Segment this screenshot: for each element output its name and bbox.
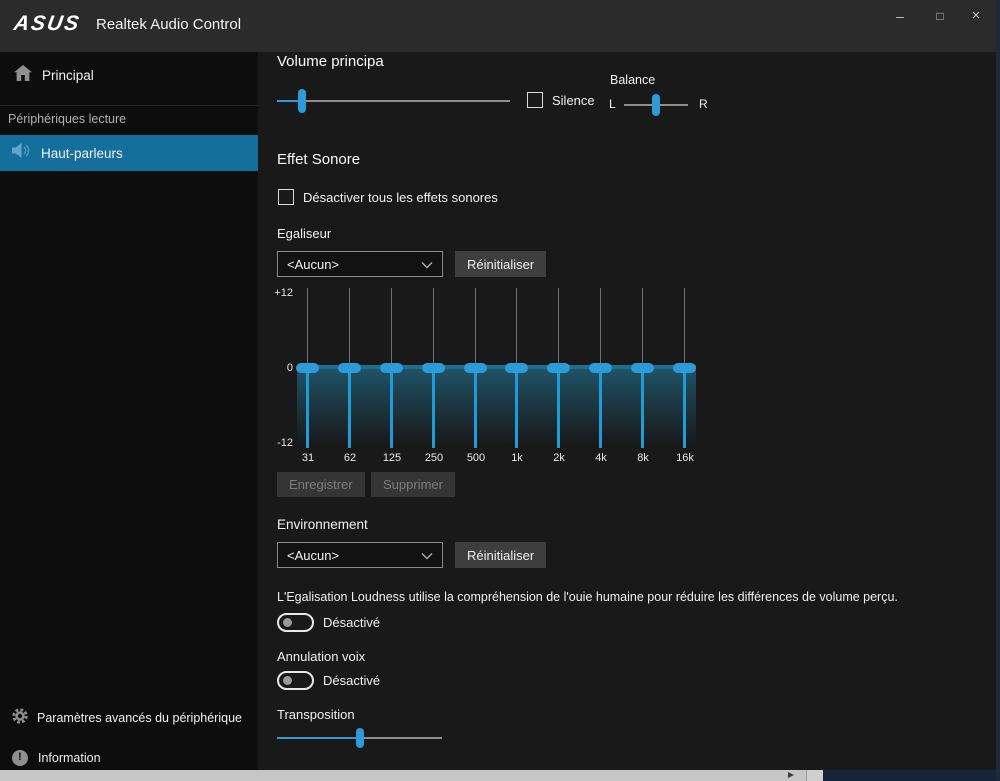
- scrollbar-right-button[interactable]: [806, 770, 823, 781]
- sidebar-item-label: Information: [38, 751, 101, 765]
- eq-band-freq-label: 2k: [538, 452, 580, 464]
- eq-band-freq-label: 4k: [580, 452, 622, 464]
- balance-thumb[interactable]: [652, 94, 660, 116]
- bottom-right-edge-strip: [823, 770, 1000, 781]
- realtek-audio-control-window: ASUS Realtek Audio Control – □ × Princip…: [0, 0, 1000, 781]
- eq-band-thumb[interactable]: [547, 363, 570, 373]
- eq-band-62: 62: [329, 288, 371, 468]
- equalizer-reset-button[interactable]: Réinitialiser: [455, 251, 546, 277]
- eq-band-thumb[interactable]: [464, 363, 487, 373]
- eq-band-thumb[interactable]: [589, 363, 612, 373]
- volume-section-title: Volume principa: [277, 53, 384, 70]
- voice-cancellation-label: Annulation voix: [277, 649, 365, 664]
- title-bar: ASUS Realtek Audio Control – □ ×: [0, 0, 1000, 52]
- eq-band-4k: 4k: [580, 288, 622, 468]
- environment-reset-button[interactable]: Réinitialiser: [455, 542, 546, 568]
- master-volume-thumb[interactable]: [298, 89, 306, 113]
- balance-right-label: R: [699, 97, 708, 111]
- eq-band-8k: 8k: [622, 288, 664, 468]
- eq-band-freq-label: 31: [287, 452, 329, 464]
- gear-icon: [11, 707, 29, 730]
- loudness-state-label: Désactivé: [323, 615, 380, 630]
- eq-band-thumb[interactable]: [673, 363, 696, 373]
- environment-label: Environnement: [277, 517, 368, 532]
- eq-band-16k: 16k: [664, 288, 706, 468]
- sound-effects-title: Effet Sonore: [277, 151, 360, 168]
- playback-devices-section-label: Périphériques lecture: [8, 112, 126, 126]
- eq-band-thumb[interactable]: [422, 363, 445, 373]
- window-right-edge: [996, 0, 1000, 781]
- eq-band-2k: 2k: [538, 288, 580, 468]
- scrollbar-right-arrow-icon: [788, 772, 794, 778]
- master-volume-slider[interactable]: [277, 100, 510, 102]
- eq-band-1k: 1k: [496, 288, 538, 468]
- chevron-down-icon: [421, 257, 433, 272]
- sidebar-divider: [0, 105, 258, 106]
- eq-band-thumb[interactable]: [631, 363, 654, 373]
- minimize-button[interactable]: –: [884, 2, 916, 30]
- sidebar-item-label: Principal: [42, 68, 94, 83]
- eq-band-freq-label: 62: [329, 452, 371, 464]
- voice-cancellation-toggle[interactable]: [277, 671, 314, 690]
- app-title: Realtek Audio Control: [96, 16, 241, 33]
- eq-delete-button[interactable]: Supprimer: [371, 472, 455, 497]
- equalizer-preset-value: <Aucun>: [287, 257, 339, 272]
- home-icon: [14, 65, 32, 86]
- equalizer-preset-dropdown[interactable]: <Aucun>: [277, 251, 443, 277]
- eq-band-250: 250: [413, 288, 455, 468]
- asus-logo: ASUS: [12, 12, 83, 36]
- environment-preset-dropdown[interactable]: <Aucun>: [277, 542, 443, 568]
- voice-cancellation-state-label: Désactivé: [323, 673, 380, 688]
- sidebar-item-label: Paramètres avancés du périphérique: [37, 711, 242, 725]
- chevron-down-icon: [421, 548, 433, 563]
- eq-band-thumb[interactable]: [338, 363, 361, 373]
- eq-band-thumb[interactable]: [505, 363, 528, 373]
- sidebar-item-advanced-settings[interactable]: Paramètres avancés du périphérique: [0, 703, 258, 733]
- eq-band-freq-label: 8k: [622, 452, 664, 464]
- transposition-label: Transposition: [277, 707, 355, 722]
- transposition-fill: [277, 737, 360, 739]
- info-icon: [12, 750, 28, 766]
- close-button[interactable]: ×: [960, 2, 992, 30]
- speaker-icon: [12, 142, 33, 164]
- eq-save-button[interactable]: Enregistrer: [277, 472, 365, 497]
- eq-band-125: 125: [371, 288, 413, 468]
- eq-band-freq-label: 1k: [496, 452, 538, 464]
- eq-band-freq-label: 500: [455, 452, 497, 464]
- horizontal-scrollbar[interactable]: [0, 770, 806, 781]
- eq-band-thumb[interactable]: [296, 363, 319, 373]
- disable-all-effects-checkbox[interactable]: [278, 189, 294, 205]
- environment-preset-value: <Aucun>: [287, 548, 339, 563]
- mute-checkbox[interactable]: [527, 92, 543, 108]
- eq-band-thumb[interactable]: [380, 363, 403, 373]
- balance-left-label: L: [609, 97, 616, 111]
- disable-all-effects-label: Désactiver tous les effets sonores: [303, 190, 498, 205]
- sidebar-item-information[interactable]: Information: [0, 743, 258, 773]
- sidebar-item-label: Haut-parleurs: [41, 146, 123, 161]
- eq-band-500: 500: [455, 288, 497, 468]
- eq-band-freq-label: 16k: [664, 452, 706, 464]
- eq-band-freq-label: 250: [413, 452, 455, 464]
- sidebar-item-principal[interactable]: Principal: [0, 58, 258, 92]
- equalizer-label: Egaliseur: [277, 226, 331, 241]
- loudness-toggle[interactable]: [277, 613, 314, 632]
- transposition-thumb[interactable]: [356, 728, 364, 748]
- eq-band-31: 31: [287, 288, 329, 468]
- balance-label: Balance: [610, 73, 655, 87]
- sidebar-item-speakers[interactable]: Haut-parleurs: [0, 135, 258, 171]
- loudness-description: L'Egalisation Loudness utilise la compré…: [277, 590, 977, 604]
- mute-label: Silence: [552, 93, 595, 108]
- sidebar: Principal Périphériques lecture Haut-par…: [0, 52, 258, 781]
- maximize-button[interactable]: □: [924, 2, 956, 30]
- eq-band-freq-label: 125: [371, 452, 413, 464]
